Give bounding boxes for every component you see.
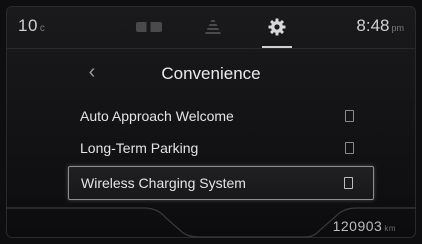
odometer: 120903 km — [333, 218, 396, 234]
clock-time: 8:48 — [356, 16, 390, 35]
menu-item-long-term-parking[interactable]: Long-Term Parking — [68, 132, 374, 164]
road-icon — [136, 22, 162, 32]
cluster-screen: 10 c 8:48 pm ‹ Convenience Auto Approach… — [0, 0, 422, 244]
checkbox-icon[interactable] — [345, 110, 354, 122]
clock-suffix: pm — [391, 23, 404, 33]
odometer-value: 120903 — [332, 218, 383, 234]
odometer-unit: km — [384, 224, 396, 233]
lines-icon — [205, 20, 221, 34]
page-title: Convenience — [161, 64, 261, 83]
menu-item-auto-approach-welcome[interactable]: Auto Approach Welcome — [68, 100, 374, 132]
clock: 8:48 pm — [356, 16, 404, 36]
gear-icon — [268, 18, 286, 36]
tab-driving-assist[interactable] — [126, 12, 172, 42]
checkbox-icon[interactable] — [344, 177, 353, 189]
menu-item-wireless-charging-system[interactable]: Wireless Charging System — [68, 166, 374, 200]
checkbox-icon[interactable] — [345, 142, 354, 154]
top-bar: 10 c 8:48 pm — [6, 6, 416, 49]
tab-settings[interactable] — [254, 12, 300, 48]
menu-item-label: Auto Approach Welcome — [80, 108, 234, 124]
menu-item-label: Wireless Charging System — [81, 175, 246, 191]
menu-item-label: Long-Term Parking — [80, 140, 199, 156]
tab-lane-info[interactable] — [190, 12, 236, 42]
temperature-unit: c — [39, 23, 46, 34]
outside-temperature: 10 c — [18, 16, 45, 36]
settings-list: Auto Approach Welcome Long-Term Parking … — [68, 100, 374, 200]
temperature-value: 10 — [18, 16, 38, 35]
